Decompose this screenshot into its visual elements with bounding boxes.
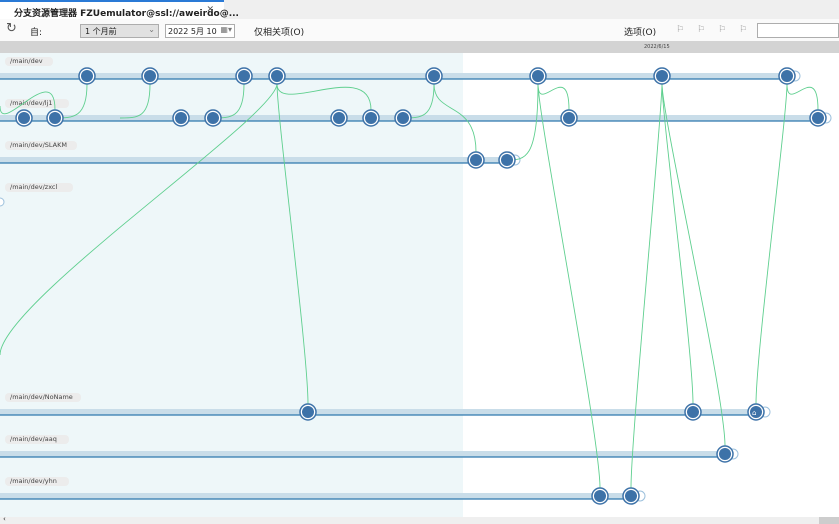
branch-label[interactable]: /main/dev/lj1 — [10, 99, 53, 107]
commit-node[interactable] — [302, 406, 314, 418]
tab-title: 分支资源管理器 FZUemulator@ssl://aweirdo@... — [14, 9, 239, 19]
scroll-left-icon[interactable]: ‹ — [3, 515, 6, 523]
ruler-date: 2022/6/15 — [644, 44, 670, 50]
refresh-icon[interactable]: ↻ — [6, 21, 17, 36]
bookmark-clear-icon[interactable]: ⚐ — [739, 25, 748, 35]
commit-node[interactable] — [18, 112, 30, 124]
branch-bar — [0, 451, 733, 457]
calendar-icon[interactable]: ▦▾ — [220, 25, 232, 34]
merge-link — [661, 83, 726, 447]
close-icon[interactable]: ✕ — [206, 5, 214, 15]
chevron-down-icon: ⌄ — [148, 25, 155, 34]
commit-node[interactable] — [625, 490, 637, 502]
branch-bar — [0, 409, 765, 415]
range-value: 1 个月前 — [85, 27, 117, 36]
commit-node[interactable] — [687, 406, 699, 418]
branch-label[interactable]: /main/dev/aaq — [10, 435, 57, 443]
commit-node[interactable] — [470, 154, 482, 166]
commit-node[interactable] — [563, 112, 575, 124]
branch-head — [0, 197, 5, 207]
commit-node[interactable] — [656, 70, 668, 82]
merge-link — [537, 83, 570, 111]
commit-node[interactable] — [812, 112, 824, 124]
merge-link — [537, 83, 601, 489]
commit-node[interactable] — [397, 112, 409, 124]
commit-node[interactable] — [781, 70, 793, 82]
commit-node[interactable] — [81, 70, 93, 82]
commit-node[interactable] — [594, 490, 606, 502]
bookmark-next-icon[interactable]: ⚐ — [718, 25, 727, 35]
only-related-checkbox[interactable]: 仅相关项(O) — [254, 25, 304, 38]
bookmark-icon[interactable]: ⚐ — [676, 25, 685, 35]
horizontal-scrollbar[interactable]: ‹ — [0, 515, 839, 524]
branch-bar — [0, 493, 640, 499]
range-select[interactable]: 1 个月前 ⌄ — [80, 24, 159, 38]
graph-canvas[interactable]: /main/dev/main/dev/lj1/main/dev/SLAKM/ma… — [0, 53, 839, 517]
bookmark-prev-icon[interactable]: ⚐ — [697, 25, 706, 35]
from-label: 自: — [30, 28, 43, 38]
merge-link — [630, 83, 663, 489]
search-input[interactable] — [757, 23, 839, 38]
date-value: 2022 5月 10 — [168, 27, 217, 36]
commit-node[interactable] — [144, 70, 156, 82]
date-picker[interactable]: 2022 5月 10 ▦▾ — [165, 24, 235, 38]
tab-bar: 分支资源管理器 FZUemulator@ssl://aweirdo@... ✕ — [0, 0, 839, 19]
scrollbar-thumb[interactable] — [819, 517, 839, 524]
commit-node[interactable] — [428, 70, 440, 82]
commit-node[interactable] — [532, 70, 544, 82]
branch-label[interactable]: /main/dev/zxcl — [10, 183, 58, 191]
merge-link — [755, 83, 788, 405]
merge-link — [661, 83, 694, 405]
commit-node[interactable] — [238, 70, 250, 82]
tab-branch-explorer[interactable]: 分支资源管理器 FZUemulator@ssl://aweirdo@... ✕ — [0, 0, 239, 19]
branch-graph[interactable]: /main/dev/main/dev/lj1/main/dev/SLAKM/ma… — [0, 53, 839, 517]
commit-node[interactable] — [207, 112, 219, 124]
commit-node[interactable] — [271, 70, 283, 82]
home-icon: ⌂ — [752, 409, 756, 417]
branch-label[interactable]: /main/dev/SLAKM — [10, 141, 67, 149]
commit-node[interactable] — [175, 112, 187, 124]
options-button[interactable]: 选项(O) — [624, 25, 656, 38]
commit-node[interactable] — [333, 112, 345, 124]
branch-label[interactable]: /main/dev/yhn — [10, 477, 57, 485]
commit-node[interactable] — [719, 448, 731, 460]
date-ruler: 2022/6/15 — [0, 41, 839, 53]
commit-node[interactable] — [49, 112, 61, 124]
merge-link — [506, 83, 539, 161]
branch-label[interactable]: /main/dev — [10, 57, 43, 65]
branch-bar — [0, 73, 795, 79]
branch-bar — [0, 157, 515, 163]
toolbar: ↻ 自: 1 个月前 ⌄ 2022 5月 10 ▦▾ 仅相关项(O) 选项(O) ⚐… — [0, 19, 839, 41]
branch-label[interactable]: /main/dev/NoName — [10, 393, 73, 401]
commit-node[interactable] — [501, 154, 513, 166]
shaded-period — [0, 53, 463, 517]
commit-node[interactable] — [365, 112, 377, 124]
merge-link — [786, 83, 819, 111]
